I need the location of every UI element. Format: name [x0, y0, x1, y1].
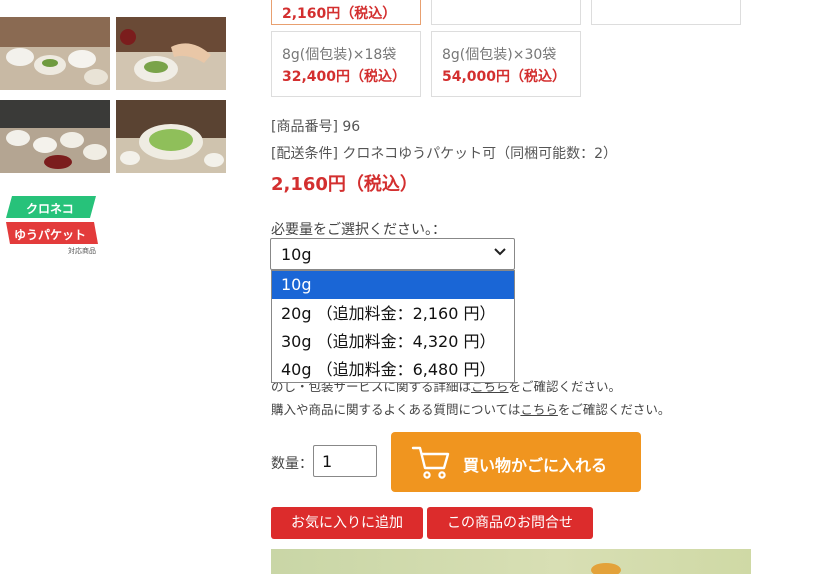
faq-note: 購入や商品に関するよくある質問についてはこちらをご確認ください。	[271, 399, 670, 418]
amount-option-10g[interactable]: 10g	[272, 271, 514, 299]
wrapping-note-suffix: をご確認ください。	[508, 379, 622, 394]
option-card-1-price: 2,160円（税込）	[282, 6, 397, 22]
option-card-5[interactable]: 8g(個包装)×30袋 54,000円（税込）	[431, 31, 581, 97]
faq-note-suffix: をご確認ください。	[557, 402, 671, 417]
amount-select[interactable]: 10g	[270, 238, 515, 270]
shipping-condition: [配送条件] クロネコゆうパケット可（同梱可能数：2）	[271, 146, 617, 162]
option-card-5-price: 54,000円（税込）	[442, 69, 567, 85]
product-number: [商品番号] 96	[271, 119, 361, 135]
badge-small-text: 対応商品	[68, 247, 96, 255]
product-banner-image	[271, 549, 751, 574]
option-card-4-price: 32,400円（税込）	[282, 69, 407, 85]
add-to-favorites-button[interactable]: お気に入りに追加	[271, 507, 423, 539]
amount-option-20g[interactable]: 20g （追加料金：2,160 円）	[272, 300, 514, 328]
badge-top-text: クロネコ	[26, 202, 74, 216]
quantity-input[interactable]	[313, 445, 377, 477]
chevron-down-icon	[494, 245, 506, 261]
quantity-label: 数量：	[271, 456, 313, 472]
option-card-4[interactable]: 8g(個包装)×18袋 32,400円（税込）	[271, 31, 421, 97]
amount-option-40g[interactable]: 40g （追加料金：6,480 円）	[272, 356, 514, 384]
product-price: 2,160円（税込）	[271, 174, 418, 195]
option-card-1[interactable]: 2,160円（税込）	[271, 0, 421, 25]
product-thumbnail-2[interactable]	[116, 17, 226, 90]
option-card-5-label: 8g(個包装)×30袋	[442, 47, 557, 63]
product-thumbnail-4[interactable]	[116, 100, 226, 173]
product-thumbnail-1[interactable]	[0, 17, 110, 90]
amount-select-value: 10g	[281, 245, 312, 264]
faq-note-prefix: 購入や商品に関するよくある質問については	[271, 402, 521, 417]
product-thumbnail-3[interactable]	[0, 100, 110, 173]
faq-link[interactable]: こちら	[520, 402, 558, 417]
cart-icon	[411, 444, 451, 484]
option-card-4-label: 8g(個包装)×18袋	[282, 47, 397, 63]
amount-select-label: 必要量をご選択ください。：	[271, 222, 446, 238]
add-to-cart-button[interactable]: 買い物かごに入れる	[391, 432, 641, 492]
product-inquiry-button[interactable]: この商品のお問合せ	[427, 507, 593, 539]
kuroneko-yupacket-badge: クロネコ ゆうパケット 対応商品	[6, 196, 98, 256]
amount-option-30g[interactable]: 30g （追加料金：4,320 円）	[272, 328, 514, 356]
badge-bottom-text: ゆうパケット	[14, 228, 87, 242]
amount-dropdown-list: 10g 20g （追加料金：2,160 円） 30g （追加料金：4,320 円…	[271, 270, 515, 383]
option-card-3[interactable]	[591, 0, 741, 25]
add-to-cart-label: 買い物かごに入れる	[463, 456, 608, 475]
option-card-2[interactable]	[431, 0, 581, 25]
